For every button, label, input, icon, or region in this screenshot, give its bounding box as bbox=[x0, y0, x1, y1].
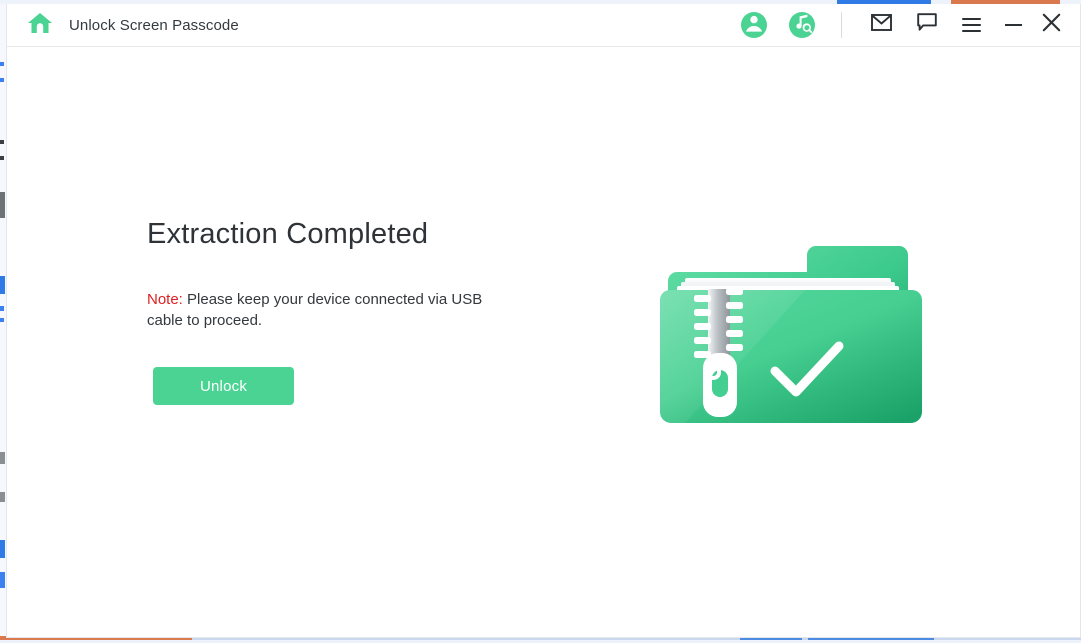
account-avatar-icon bbox=[741, 10, 767, 41]
close-icon bbox=[1042, 13, 1061, 37]
background-fragment-blue-4 bbox=[0, 306, 4, 311]
note-text: Please keep your device connected via US… bbox=[147, 290, 483, 329]
title-bar: Unlock Screen Passcode bbox=[7, 4, 1080, 47]
feedback-button[interactable] bbox=[910, 10, 944, 40]
home-button[interactable] bbox=[25, 11, 55, 39]
background-fragment-blue-7 bbox=[0, 572, 5, 588]
hamburger-menu-icon bbox=[961, 18, 981, 32]
close-button[interactable] bbox=[1034, 10, 1068, 40]
background-fragment-gray-3 bbox=[0, 492, 5, 502]
background-fragment-gray-block bbox=[0, 192, 5, 218]
home-icon bbox=[27, 11, 53, 40]
mail-icon bbox=[870, 14, 892, 36]
minimize-button[interactable] bbox=[996, 10, 1030, 40]
background-fragment-dark-1 bbox=[0, 140, 4, 144]
background-fragment-blue-2 bbox=[0, 78, 4, 82]
background-fragment-blue-6 bbox=[0, 540, 5, 558]
background-fragment-blue-3 bbox=[0, 276, 5, 294]
music-search-button[interactable] bbox=[789, 12, 815, 38]
account-button[interactable] bbox=[741, 12, 767, 38]
titlebar-divider bbox=[841, 12, 842, 38]
menu-button[interactable] bbox=[954, 10, 988, 40]
status-text-block: Extraction Completed Note: Please keep y… bbox=[147, 217, 567, 331]
page-title: Extraction Completed bbox=[147, 218, 429, 250]
note-label: Note: bbox=[147, 290, 183, 308]
music-search-icon bbox=[789, 10, 815, 41]
background-fragment-dark-2 bbox=[0, 156, 4, 160]
titlebar-actions bbox=[741, 4, 1080, 46]
zipped-folder-complete-illustration bbox=[655, 229, 955, 444]
chat-bubble-icon bbox=[917, 13, 937, 37]
background-fragment-blue-1 bbox=[0, 62, 4, 66]
content-area: Extraction Completed Note: Please keep y… bbox=[7, 47, 1080, 637]
mail-button[interactable] bbox=[864, 10, 898, 40]
unlock-button[interactable]: Unlock bbox=[153, 367, 294, 405]
background-fragment-gray-2 bbox=[0, 452, 5, 464]
minimize-icon bbox=[1004, 24, 1022, 26]
background-fragment-blue-5 bbox=[0, 318, 4, 322]
application-window: Unlock Screen Passcode Extraction Comple… bbox=[6, 4, 1081, 638]
window-title: Unlock Screen Passcode bbox=[69, 16, 239, 34]
note-paragraph: Note: Please keep your device connected … bbox=[147, 289, 497, 331]
